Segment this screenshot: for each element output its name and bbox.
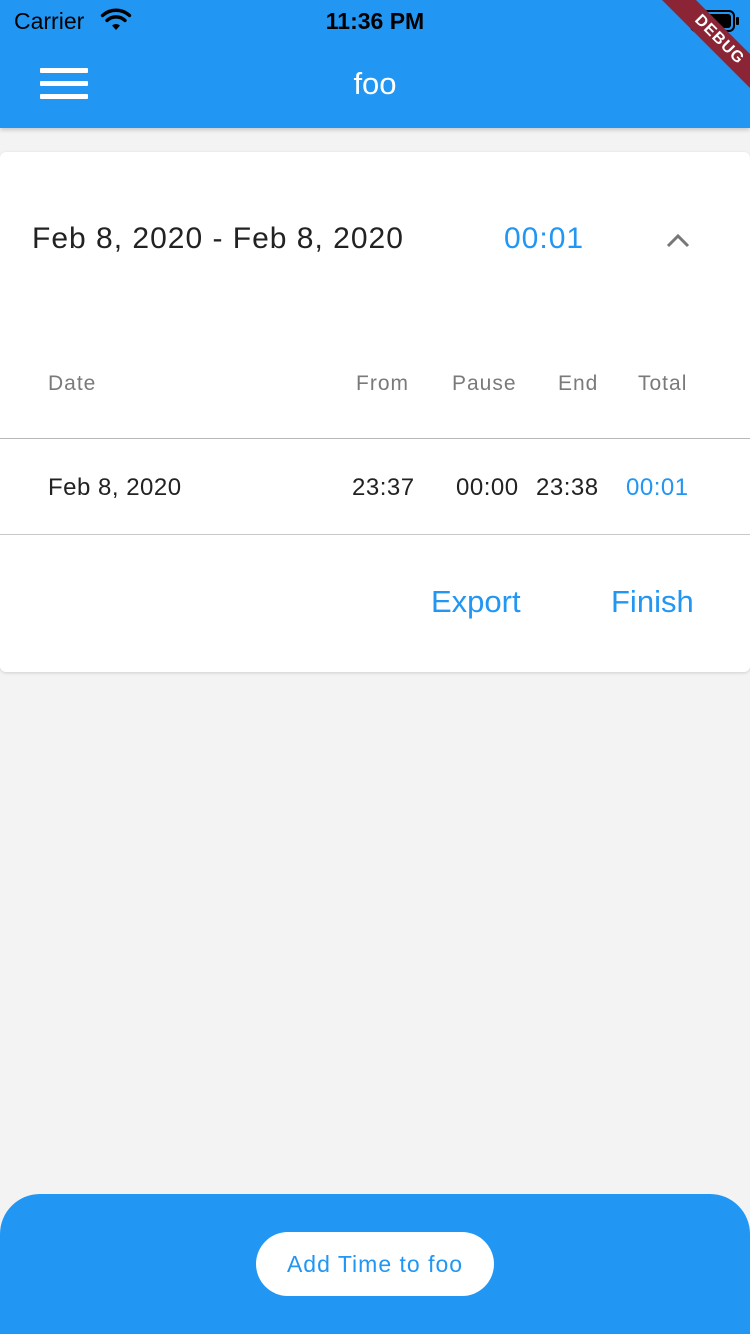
status-time: 11:36 PM (325, 8, 425, 34)
row-from: 23:37 (352, 474, 415, 501)
status-bar: Carrier 11:36 PM (0, 0, 750, 40)
export-button[interactable]: Export (431, 584, 521, 620)
column-header-end: End (558, 372, 599, 395)
row-pause: 00:00 (456, 474, 519, 501)
row-total: 00:01 (626, 474, 689, 501)
column-header-date: Date (48, 372, 97, 395)
page-title: foo (353, 66, 397, 101)
row-date: Feb 8, 2020 (48, 474, 182, 501)
column-header-total: Total (638, 372, 688, 395)
column-header-pause: Pause (452, 372, 517, 395)
column-header-from: From (356, 372, 409, 395)
add-time-button[interactable]: Add Time to foo (256, 1232, 494, 1296)
row-divider (0, 534, 750, 535)
timesheet-card: Feb 8, 2020 - Feb 8, 2020 00:01 Date Fro… (0, 152, 750, 672)
app-bar: Carrier 11:36 PM foo DEBUG (0, 0, 750, 128)
header-divider (0, 438, 750, 439)
date-range: Feb 8, 2020 - Feb 8, 2020 (32, 222, 404, 255)
chevron-up-icon[interactable] (658, 222, 698, 258)
range-total: 00:01 (504, 222, 585, 255)
bottom-bar: Add Time to foo (0, 1194, 750, 1334)
row-end: 23:38 (536, 474, 599, 501)
finish-button[interactable]: Finish (611, 584, 694, 620)
